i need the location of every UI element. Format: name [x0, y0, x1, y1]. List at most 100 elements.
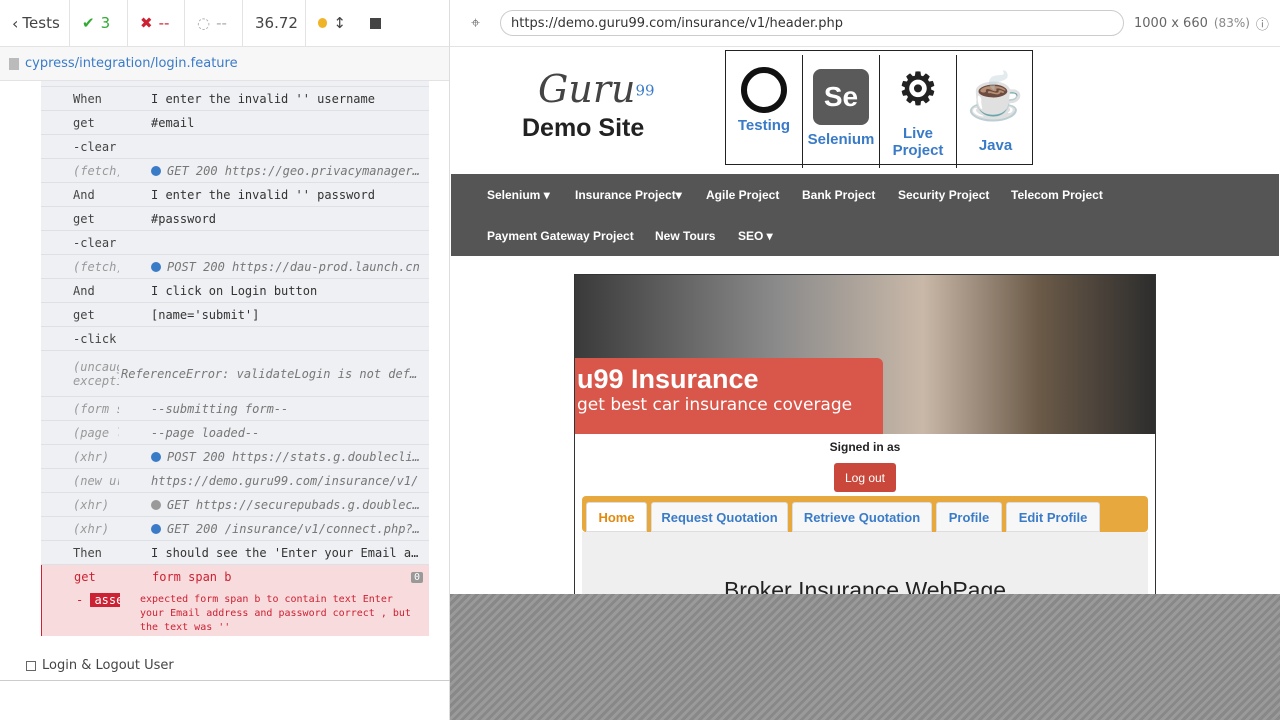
command-message: ReferenceError: validateLogin is not def… — [119, 367, 429, 381]
command-row[interactable]: 4get#email — [41, 111, 429, 135]
logout-button[interactable]: Log out — [834, 463, 896, 492]
tile-java[interactable]: ☕ Java — [957, 55, 1034, 168]
command-row[interactable]: 5-clear — [41, 135, 429, 159]
command-name: (form sub) — [73, 401, 119, 416]
command-message: https://demo.guru99.com/insurance/v1/ — [119, 474, 429, 488]
command-name: -click — [73, 331, 117, 346]
site-logo[interactable]: Guru99 — [538, 67, 655, 111]
logo-text: Guru — [538, 67, 636, 111]
passed-count[interactable]: ✔ 3 — [70, 0, 128, 47]
pending-value: -- — [216, 14, 227, 32]
command-row[interactable]: 11-click — [41, 327, 429, 351]
failed-value: -- — [158, 14, 170, 32]
status-dot-icon — [151, 451, 161, 462]
passed-value: 3 — [100, 14, 111, 32]
command-row[interactable]: 12ThenI should see the 'Enter your Email… — [41, 541, 429, 565]
command-message-text: --page loaded-- — [151, 425, 260, 440]
nav-label: Insurance Project — [575, 188, 676, 202]
command-row[interactable]: (form sub) --submitting form-- — [41, 397, 429, 421]
stop-button[interactable] — [358, 0, 398, 47]
assert-error-message: expected form span b to contain text Ent… — [140, 594, 411, 633]
command-message: --submitting form-- — [119, 402, 429, 416]
stop-icon — [370, 17, 381, 29]
command-message: --page loaded-- — [119, 426, 429, 440]
command-row[interactable]: 14 - assert expected form span b to cont… — [42, 589, 429, 636]
command-row[interactable]: (xhr) GET 200 /insurance/v1/connect.php?s… — [41, 517, 429, 541]
command-message: GET 200 /insurance/v1/connect.php?sessio — [119, 522, 429, 536]
command-row[interactable]: (page load) --page loaded-- — [41, 421, 429, 445]
command-message: #password — [119, 212, 429, 226]
command-row[interactable]: 10get[name='submit'] — [41, 303, 429, 327]
tab-bar: Home Request Quotation Retrieve Quotatio… — [582, 496, 1148, 532]
command-row[interactable]: (xhr) GET https://securepubads.g.doublecl… — [41, 493, 429, 517]
tab-request-quotation[interactable]: Request Quotation — [651, 502, 788, 532]
nav-seo[interactable]: SEO ▾ — [738, 229, 773, 243]
command-row[interactable]: 3WhenI enter the invalid '' username — [41, 87, 429, 111]
command-row[interactable]: (fetch) GET 200 https://geo.privacymanage… — [41, 159, 429, 183]
nav-selenium[interactable]: Selenium ▾ — [487, 188, 550, 202]
command-name: get — [73, 115, 95, 130]
tab-edit-profile[interactable]: Edit Profile — [1006, 502, 1100, 532]
app-under-test: Guru99 Demo Site Testing Se Selenium ⚙ L… — [450, 47, 1280, 594]
tile-selenium[interactable]: Se Selenium — [803, 55, 880, 168]
command-message-text: GET https://securepubads.g.doubleclick — [167, 497, 429, 512]
command-row[interactable]: 7get#password — [41, 207, 429, 231]
command-row[interactable]: 6AndI enter the invalid '' password — [41, 183, 429, 207]
command-message-text: I click on Login button — [151, 283, 318, 298]
spec-path: cypress/integration/login.feature — [25, 56, 238, 71]
tab-profile[interactable]: Profile — [936, 502, 1002, 532]
nav-agile-project[interactable]: Agile Project — [706, 188, 779, 202]
command-message: I enter the invalid '' username — [119, 92, 429, 106]
command-name: (fetch) — [73, 259, 119, 274]
pending-count[interactable]: ◌ -- — [185, 0, 243, 47]
viewport-size: 1000 x 660 — [1134, 15, 1208, 31]
pending-icon: ◌ — [197, 14, 211, 32]
nav-bank-project[interactable]: Bank Project — [802, 188, 875, 202]
spec-path-bar[interactable]: cypress/integration/login.feature — [0, 47, 449, 81]
url-input[interactable]: https://demo.guru99.com/insurance/v1/hea… — [500, 10, 1125, 36]
nav-telecom-project[interactable]: Telecom Project — [1011, 188, 1103, 202]
info-icon[interactable]: ⓘ — [1256, 14, 1269, 33]
command-row[interactable]: (uncaught exception)ReferenceError: vali… — [41, 351, 429, 397]
command-message: I should see the 'Enter your Email addre… — [119, 546, 429, 560]
nav-payment-gateway[interactable]: Payment Gateway Project — [487, 229, 634, 243]
command-message: GET 200 https://geo.privacymanager.io/ — [119, 164, 429, 178]
command-message: I enter the invalid '' password — [119, 188, 429, 202]
magnifier-icon — [741, 67, 787, 113]
lightbulb-gear-icon: ⚙ — [898, 65, 938, 114]
command-message-text: --submitting form-- — [151, 401, 289, 416]
tile-live-project[interactable]: ⚙ Live Project — [880, 55, 957, 168]
command-row[interactable]: 13 get form span b 0 — [42, 565, 429, 589]
logout-label: Log out — [844, 470, 886, 485]
command-message-text: I enter the invalid '' password — [151, 187, 375, 202]
failed-command-block[interactable]: 13 get form span b 0 14 - assert expecte… — [41, 565, 429, 636]
failed-count[interactable]: ✖ -- — [128, 0, 185, 47]
command-row[interactable]: 9AndI click on Login button — [41, 279, 429, 303]
nav-security-project[interactable]: Security Project — [898, 188, 989, 202]
element-count-badge: 0 — [410, 571, 423, 583]
tab-retrieve-quotation[interactable]: Retrieve Quotation — [792, 502, 932, 532]
tab-home[interactable]: Home — [586, 502, 647, 532]
nav-label: SEO — [738, 229, 764, 243]
tile-label: Selenium — [807, 131, 875, 148]
nav-new-tours[interactable]: New Tours — [655, 229, 715, 243]
command-message: #email — [119, 116, 429, 130]
command-row[interactable]: (fetch) POST 200 https://dau-prod.launch.… — [41, 255, 429, 279]
command-message-text: I should see the 'Enter your Email addre… — [151, 545, 429, 560]
test-title-row[interactable]: Login & Logout User — [26, 658, 174, 673]
scroll-icon: ↕ — [333, 14, 346, 32]
command-row[interactable]: (new url) https://demo.guru99.com/insuran… — [41, 469, 429, 493]
nav-insurance-project[interactable]: Insurance Project▾ — [575, 188, 682, 202]
tile-group: Testing Se Selenium ⚙ Live Project ☕ Jav… — [725, 50, 1034, 168]
tests-button[interactable]: ‹ Tests — [0, 0, 70, 47]
command-name: And — [73, 187, 95, 202]
auto-scroll-toggle[interactable]: ↕ — [306, 0, 358, 47]
tile-testing[interactable]: Testing — [726, 55, 803, 168]
command-message-text: ReferenceError: validateLogin is not def… — [121, 366, 429, 381]
command-message: GET https://securepubads.g.doubleclick — [119, 498, 429, 512]
command-message: POST 200 https://stats.g.doubleclick.net… — [119, 450, 429, 464]
command-row[interactable]: 8-clear — [41, 231, 429, 255]
command-row[interactable]: (xhr) POST 200 https://stats.g.doubleclic… — [41, 445, 429, 469]
selector-playground-icon[interactable]: ⌖ — [471, 13, 480, 33]
status-dot-icon — [151, 499, 161, 510]
